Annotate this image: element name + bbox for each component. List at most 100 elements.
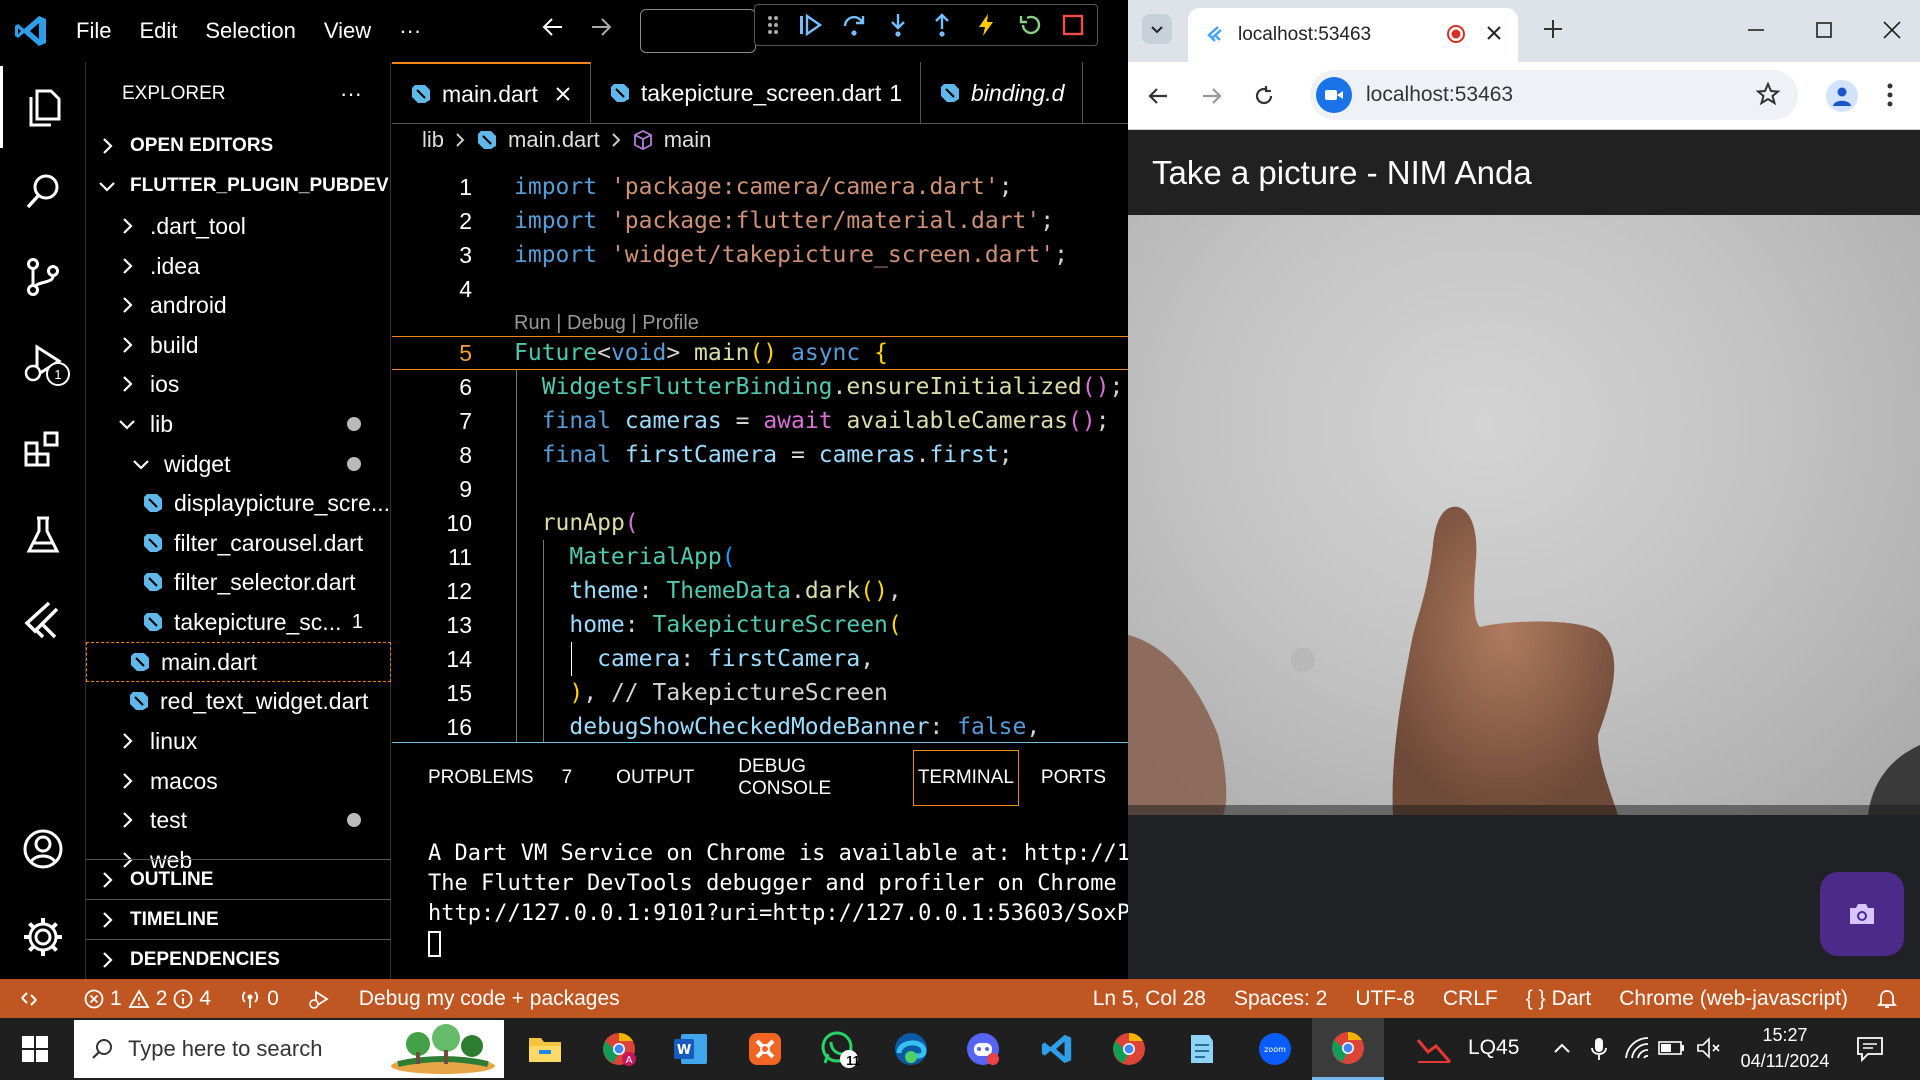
settings-gear-icon[interactable]: [0, 896, 86, 978]
tree-item-red-text-widget[interactable]: red_text_widget.dart: [86, 681, 391, 721]
step-into-icon[interactable]: [885, 12, 911, 38]
ports-status[interactable]: 0: [225, 987, 293, 1011]
tree-item-displaypicture[interactable]: displaypicture_scre...: [86, 483, 391, 523]
word-icon[interactable]: W: [668, 1026, 714, 1072]
vscode-taskbar-icon[interactable]: [1034, 1026, 1080, 1072]
testing-flask-icon[interactable]: [0, 494, 86, 576]
tab-takepicture-screen[interactable]: takepicture_screen.dart 1: [591, 62, 922, 124]
menu-view[interactable]: View: [310, 18, 385, 44]
discord-icon[interactable]: [960, 1026, 1006, 1072]
new-tab-icon[interactable]: [1542, 18, 1564, 40]
tab-problems[interactable]: PROBLEMS 7: [392, 750, 594, 806]
tree-item-takepicture[interactable]: takepicture_sc... 1: [86, 602, 391, 642]
tree-item-linux[interactable]: linux: [86, 721, 391, 761]
reload-icon[interactable]: [1252, 84, 1276, 108]
chrome-tab-localhost[interactable]: localhost:53463: [1188, 8, 1518, 62]
address-bar[interactable]: localhost:53463: [1310, 70, 1798, 120]
forward-arrow-icon[interactable]: [588, 14, 614, 40]
menu-file[interactable]: File: [62, 18, 125, 44]
tree-item-dart-tool[interactable]: .dart_tool: [86, 206, 391, 246]
tab-terminal[interactable]: TERMINAL: [912, 750, 1019, 806]
breadcrumb-symbol[interactable]: main: [664, 127, 712, 153]
menu-edit[interactable]: Edit: [125, 18, 191, 44]
profile-avatar-icon[interactable]: [1826, 80, 1858, 112]
windows-start-icon[interactable]: [22, 1036, 48, 1062]
tab-ports[interactable]: PORTS: [1019, 750, 1128, 806]
minimize-icon[interactable]: [1746, 20, 1766, 40]
zoom-icon[interactable]: zoom: [1252, 1026, 1298, 1072]
maximize-icon[interactable]: [1814, 20, 1834, 40]
step-over-icon[interactable]: [841, 12, 867, 38]
tree-item-ios[interactable]: ios: [86, 364, 391, 404]
code-area[interactable]: 1 import 'package:camera/camera.dart'; 2i…: [392, 170, 1128, 742]
explorer-more-button[interactable]: ···: [340, 81, 362, 107]
close-window-icon[interactable]: [1882, 20, 1902, 40]
microphone-icon[interactable]: [1590, 1036, 1608, 1062]
chrome-profile-icon[interactable]: A: [596, 1026, 642, 1072]
close-icon[interactable]: [554, 85, 572, 103]
volume-muted-icon[interactable]: [1696, 1036, 1722, 1060]
flutter-icon[interactable]: [0, 580, 86, 662]
app-orange-icon[interactable]: [742, 1026, 788, 1072]
extensions-icon[interactable]: [0, 408, 86, 490]
camera-in-use-icon[interactable]: [1316, 77, 1352, 113]
notifications-bell-icon[interactable]: [1862, 988, 1920, 1010]
tree-item-idea[interactable]: .idea: [86, 246, 391, 286]
search-icon[interactable]: [0, 150, 86, 232]
file-explorer-icon[interactable]: [522, 1026, 568, 1072]
encoding[interactable]: UTF-8: [1341, 987, 1429, 1011]
continue-icon[interactable]: [797, 12, 823, 38]
tab-main-dart[interactable]: main.dart: [392, 62, 591, 124]
breadcrumb-lib[interactable]: lib: [422, 127, 444, 153]
menu-more[interactable]: ···: [385, 18, 435, 44]
command-center[interactable]: [640, 9, 756, 53]
line-ending[interactable]: CRLF: [1429, 987, 1512, 1011]
tree-item-macos[interactable]: macos: [86, 761, 391, 801]
language-mode[interactable]: { } Dart: [1512, 987, 1606, 1011]
chrome-active-taskbar-item[interactable]: [1312, 1018, 1384, 1080]
source-control-icon[interactable]: [0, 236, 86, 318]
open-editors-section[interactable]: OPEN EDITORS: [86, 126, 391, 166]
explorer-icon[interactable]: [0, 66, 86, 148]
tree-item-main-dart[interactable]: main.dart: [86, 642, 391, 682]
timeline-section[interactable]: TIMELINE: [86, 899, 391, 939]
close-tab-icon[interactable]: [1486, 25, 1502, 41]
tab-binding[interactable]: binding.d: [921, 62, 1084, 124]
project-section[interactable]: FLUTTER_PLUGIN_PUBDEV: [86, 166, 391, 206]
terminal-output[interactable]: A Dart VM Service on Chrome is available…: [392, 813, 1128, 980]
stop-icon[interactable]: [1061, 13, 1085, 37]
stock-ticker[interactable]: LQ45: [1468, 1036, 1519, 1060]
dependencies-section[interactable]: DEPENDENCIES: [86, 939, 391, 979]
forward-icon[interactable]: [1200, 84, 1224, 108]
debug-mode-label[interactable]: Debug my code + packages: [345, 987, 634, 1011]
account-icon[interactable]: [0, 808, 86, 890]
cursor-position[interactable]: Ln 5, Col 28: [1079, 987, 1220, 1011]
edge-icon[interactable]: [888, 1026, 934, 1072]
tree-item-build[interactable]: build: [86, 325, 391, 365]
tree-item-test[interactable]: test: [86, 800, 391, 840]
take-picture-button[interactable]: [1820, 872, 1904, 956]
chrome-taskbar-icon[interactable]: [1106, 1026, 1152, 1072]
menu-selection[interactable]: Selection: [191, 18, 310, 44]
taskbar-search[interactable]: Type here to search: [74, 1020, 504, 1078]
battery-icon[interactable]: [1658, 1040, 1686, 1056]
step-out-icon[interactable]: [929, 12, 955, 38]
problems-status[interactable]: 1 2 4: [54, 987, 225, 1011]
tree-item-lib[interactable]: lib: [86, 404, 391, 444]
chrome-menu-icon[interactable]: [1886, 82, 1894, 108]
bookmark-star-icon[interactable]: [1756, 82, 1780, 106]
debug-config-icon[interactable]: [293, 987, 345, 1011]
device-selector[interactable]: Chrome (web-javascript): [1605, 987, 1862, 1011]
remote-icon[interactable]: [0, 988, 54, 1010]
outline-section[interactable]: OUTLINE: [86, 859, 391, 899]
run-debug-icon[interactable]: 1: [0, 322, 86, 404]
wifi-icon[interactable]: [1624, 1036, 1650, 1060]
whatsapp-icon[interactable]: 11: [816, 1026, 862, 1072]
indentation[interactable]: Spaces: 2: [1220, 987, 1341, 1011]
back-icon[interactable]: [1146, 84, 1170, 108]
restart-icon[interactable]: [1017, 12, 1043, 38]
tree-item-android[interactable]: android: [86, 285, 391, 325]
tab-search-icon[interactable]: [1142, 14, 1172, 44]
hot-reload-icon[interactable]: [973, 12, 999, 38]
back-arrow-icon[interactable]: [540, 14, 566, 40]
